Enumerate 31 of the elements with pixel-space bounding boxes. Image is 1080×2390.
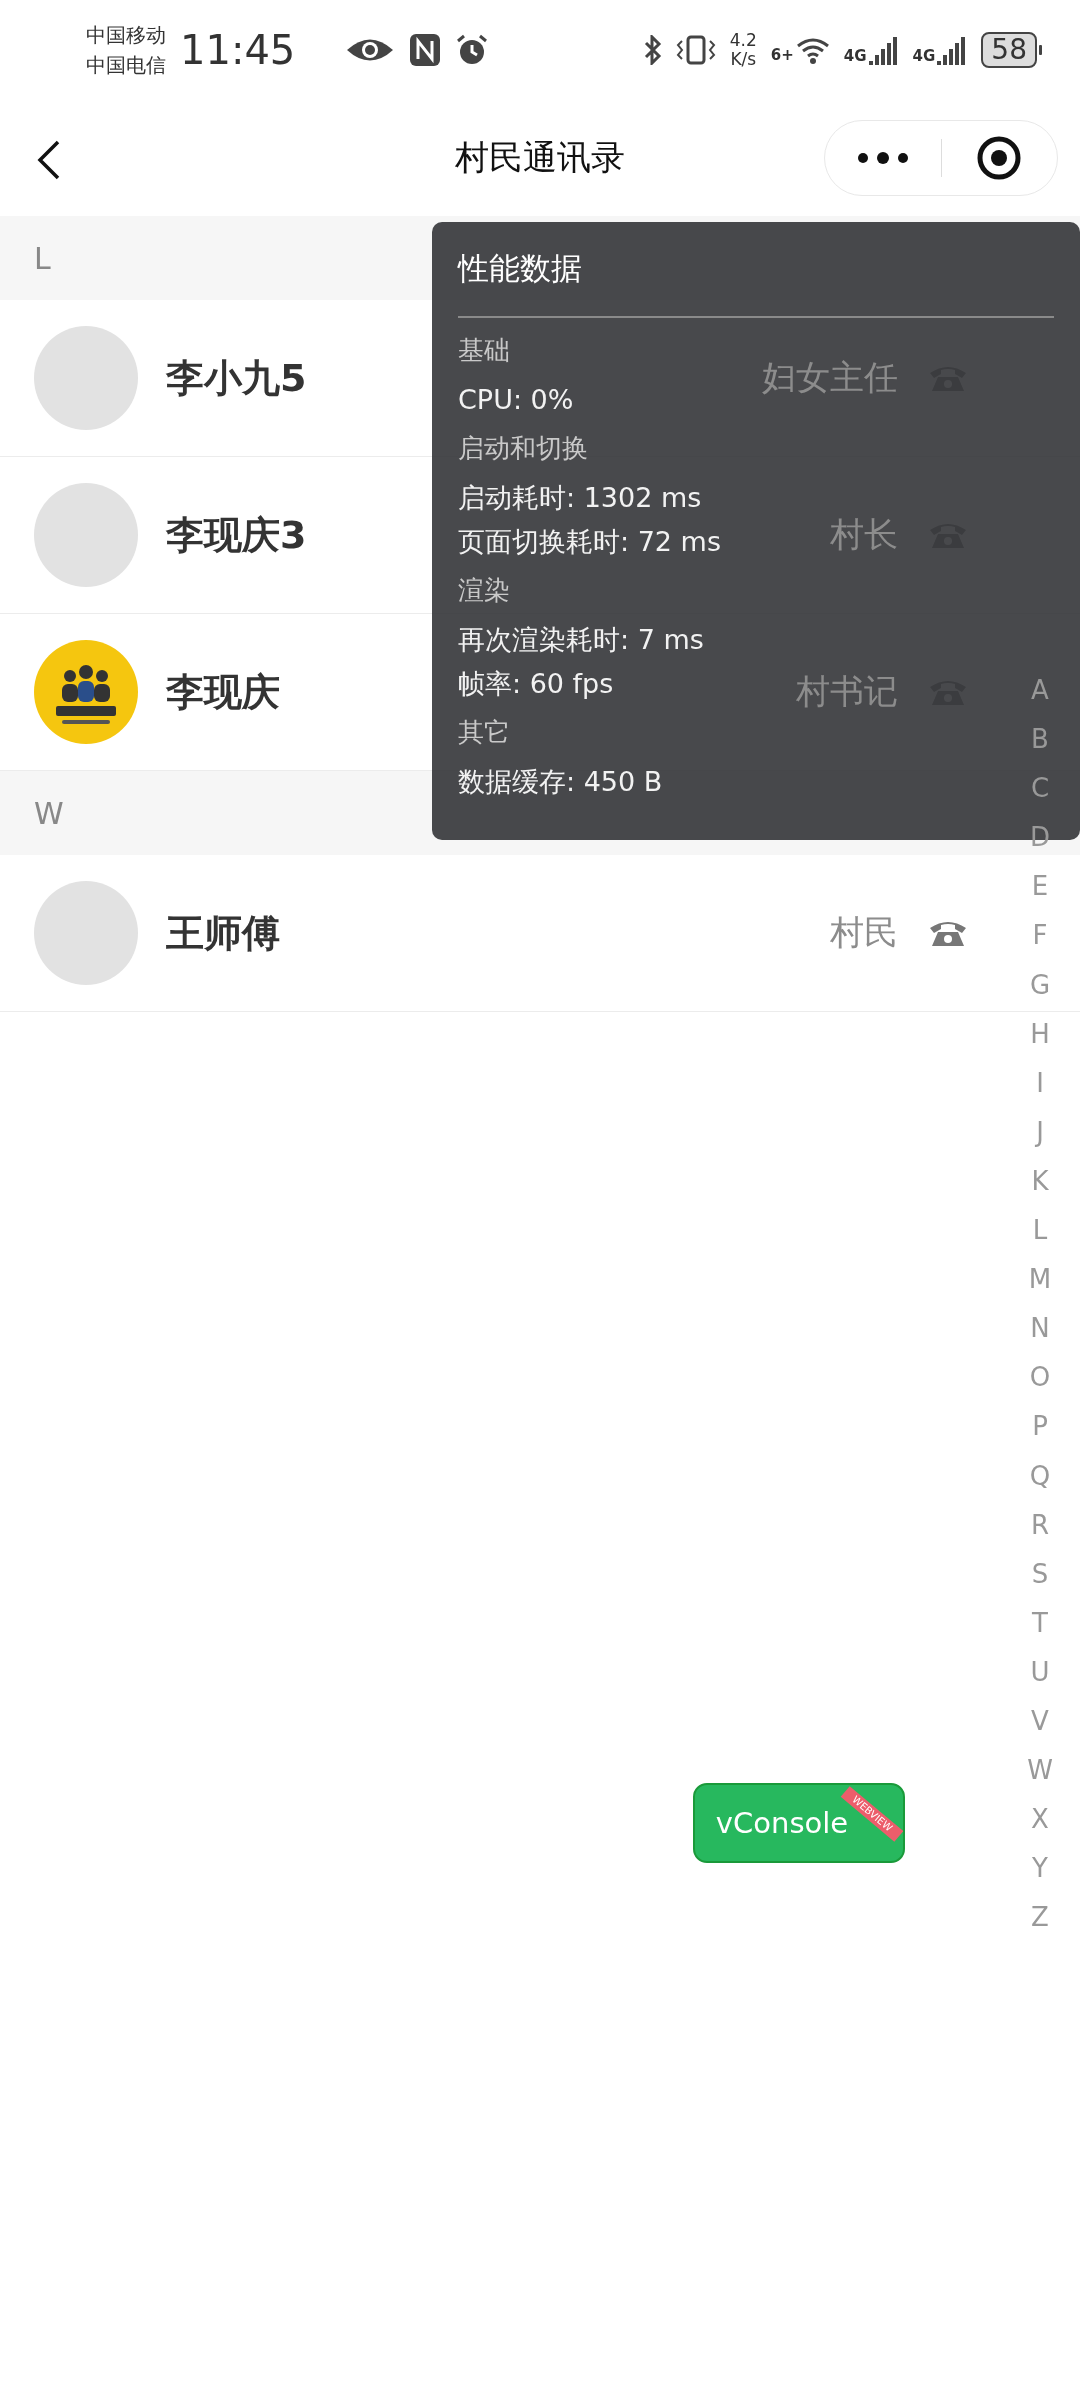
section-letter: W [34, 795, 64, 831]
group-heading: 渲染 [458, 574, 510, 607]
network-type: 4G [912, 47, 936, 65]
wifi-label: 6+ [770, 46, 794, 64]
contact-name: 李小九5 [166, 354, 307, 402]
section-letter: L [34, 240, 51, 276]
network-speed: K/s [730, 50, 757, 69]
network-speed: 4.2 [729, 31, 757, 50]
metric-line: 帧率: 60 fps [458, 667, 614, 701]
clock-time: 11:45 [180, 27, 296, 73]
metric-line: 再次渲染耗时: 7 ms [458, 623, 704, 657]
battery-level: 58 [981, 32, 1037, 68]
contact-role: 村民 [830, 911, 898, 954]
contact-name: 王师傅 [166, 909, 280, 957]
group-heading: 启动和切换 [458, 432, 588, 465]
contact-role: 村书记 [796, 670, 898, 713]
panel-title: 性能数据 [458, 248, 1054, 318]
metric-line: 启动耗时: 1302 ms [458, 481, 702, 515]
metric-line: 页面切换耗时: 72 ms [458, 525, 721, 559]
metric-line: 数据缓存: 450 B [458, 765, 663, 799]
contact-name: 李现庆3 [166, 511, 307, 559]
contact-name: 李现庆 [166, 668, 280, 716]
carrier-name: 中国移动 [86, 22, 166, 49]
contact-role: 村长 [830, 513, 898, 556]
page-title: 村民通讯录 [455, 136, 625, 179]
carrier-name: 中国电信 [86, 52, 166, 79]
contact-role: 妇女主任 [762, 356, 898, 399]
metric-line: CPU: 0% [458, 383, 574, 417]
network-type: 4G [843, 47, 867, 65]
group-heading: 基础 [458, 334, 510, 367]
group-heading: 其它 [458, 716, 510, 749]
